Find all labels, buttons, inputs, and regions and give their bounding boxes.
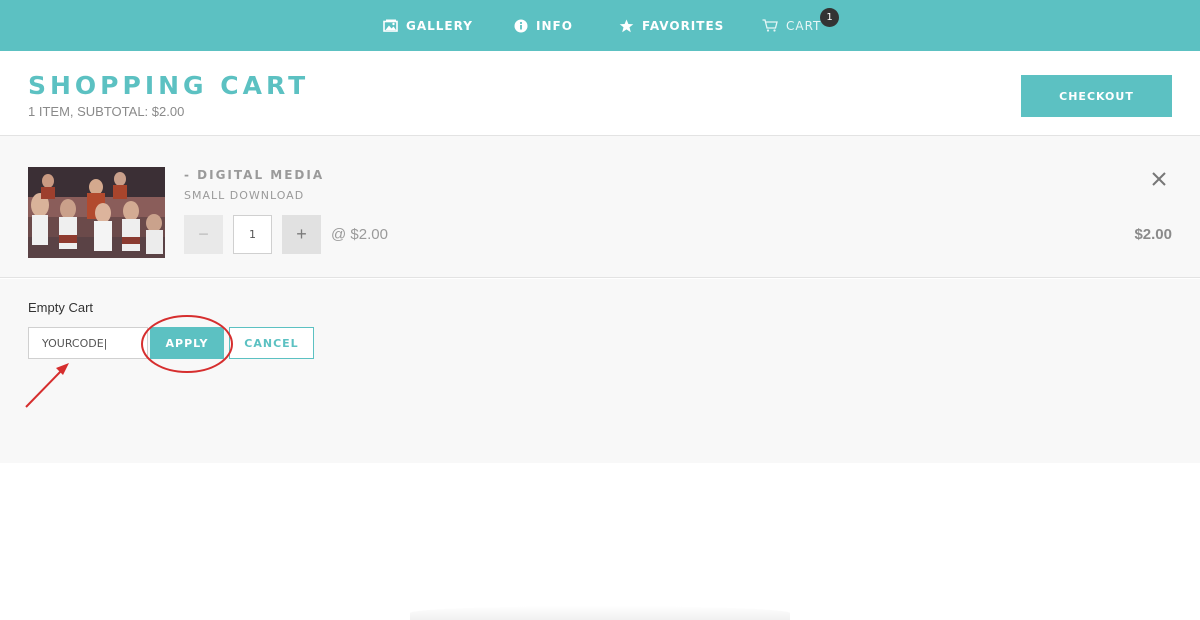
- unit-price: @ $2.00: [331, 226, 388, 243]
- nav-info-label: INFO: [536, 18, 573, 33]
- page-title: SHOPPING CART: [28, 71, 310, 100]
- nav-cart[interactable]: CART: [762, 0, 821, 51]
- cart-count-badge: 1: [820, 8, 839, 27]
- star-icon: [619, 19, 634, 32]
- nav-favorites-label: FAVORITES: [642, 18, 725, 33]
- nav-cart-label: CART: [786, 18, 822, 33]
- nav-gallery-label: GALLERY: [406, 18, 473, 33]
- item-name: - DIGITAL MEDIA: [184, 168, 325, 182]
- nav-favorites[interactable]: FAVORITES: [619, 0, 724, 51]
- cart-item-row: - DIGITAL MEDIA SMALL DOWNLOAD − + @ $2.…: [0, 136, 1200, 278]
- quantity-input[interactable]: [233, 215, 272, 254]
- apply-button[interactable]: APPLY: [150, 327, 224, 359]
- coupon-section: Empty Cart APPLY CANCEL: [0, 279, 1200, 463]
- item-variant: SMALL DOWNLOAD: [184, 189, 305, 202]
- cart-header: SHOPPING CART 1 ITEM, SUBTOTAL: $2.00 CH…: [0, 51, 1200, 136]
- photo-thumbnail-image: [28, 167, 165, 258]
- nav-info[interactable]: INFO: [514, 0, 573, 51]
- line-total: $2.00: [1134, 226, 1172, 243]
- coupon-code-input[interactable]: [28, 327, 148, 359]
- gallery-icon: [383, 19, 398, 32]
- nav-gallery[interactable]: GALLERY: [383, 0, 473, 51]
- quantity-decrease-button[interactable]: −: [184, 215, 223, 254]
- checkout-button[interactable]: CHECKOUT: [1021, 75, 1172, 117]
- item-thumbnail[interactable]: [28, 167, 165, 258]
- cancel-button[interactable]: CANCEL: [229, 327, 314, 359]
- quantity-increase-button[interactable]: +: [282, 215, 321, 254]
- close-icon[interactable]: [1150, 170, 1168, 188]
- cart-subtotal: 1 ITEM, SUBTOTAL: $2.00: [28, 104, 185, 119]
- empty-cart-link[interactable]: Empty Cart: [28, 300, 93, 315]
- cart-icon: [762, 19, 778, 32]
- top-navigation: GALLERY INFO FAVORITES CART 1: [0, 0, 1200, 51]
- bottom-shadow: [410, 606, 790, 620]
- info-icon: [514, 19, 528, 32]
